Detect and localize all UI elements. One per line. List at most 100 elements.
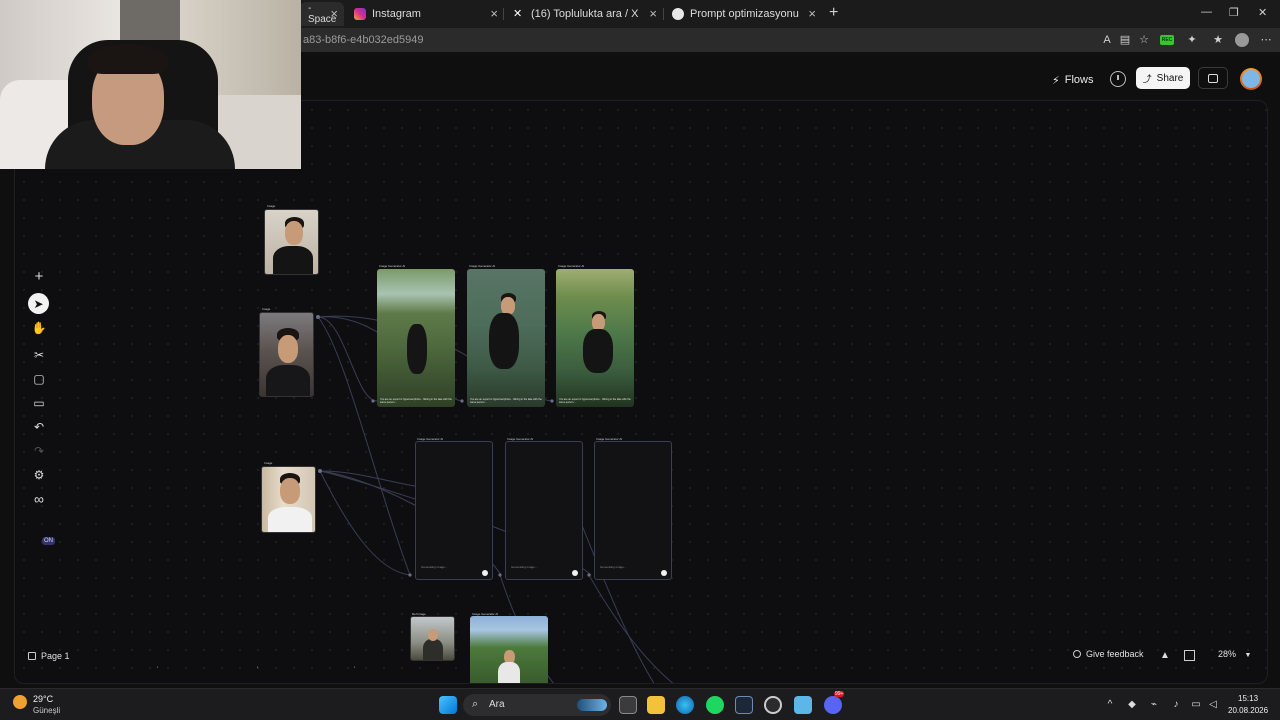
feedback-button[interactable]: Give feedback — [1073, 649, 1144, 659]
tab-instagram[interactable]: Instagram × — [346, 2, 504, 26]
ref-image-node[interactable] — [410, 616, 455, 661]
run-button[interactable] — [572, 570, 578, 576]
steam-icon[interactable] — [735, 696, 753, 714]
task-view-icon[interactable] — [619, 696, 637, 714]
hand-icon[interactable]: ✋ — [27, 318, 51, 338]
close-window-icon[interactable]: ✕ — [1258, 6, 1267, 19]
url-text[interactable]: a83-b8f6-e4b032ed5949 — [303, 34, 424, 46]
profile-icon[interactable] — [1235, 33, 1249, 47]
pages-icon — [28, 652, 36, 660]
generated-image-node[interactable]: You are an expert in hyperreal photo... … — [467, 269, 545, 407]
tab-x[interactable]: ✕ (16) Toplulukta ara / X × — [505, 2, 663, 26]
openai-icon — [672, 8, 684, 20]
node-label: ▪ — [257, 665, 259, 669]
close-tab-icon[interactable]: × — [330, 7, 338, 21]
file-explorer-icon[interactable] — [647, 696, 665, 714]
edge-port — [318, 469, 322, 473]
node-connections — [316, 315, 674, 683]
windows-start-icon[interactable] — [439, 696, 457, 714]
taskbar-search[interactable]: ⌕ Ara — [463, 694, 611, 716]
generated-image-node[interactable]: You are an expert in hyperreal photo... … — [556, 269, 634, 407]
new-tab-icon[interactable]: + — [829, 5, 838, 21]
clock-date[interactable]: 20.08.2026 — [1228, 706, 1268, 715]
learn-icon[interactable]: ▲ — [1160, 650, 1171, 661]
undo-icon[interactable]: ↶ — [27, 417, 51, 437]
sun-icon[interactable] — [13, 695, 27, 709]
flows-label: Flows — [1064, 74, 1094, 86]
node-label: Image — [267, 204, 276, 208]
run-button[interactable] — [661, 570, 667, 576]
comment-icon[interactable]: ▭ — [27, 393, 51, 413]
pending-generator-node[interactable]: Generating image... — [594, 441, 672, 580]
close-tab-icon[interactable]: × — [490, 7, 498, 21]
clock-time[interactable]: 15:13 — [1238, 694, 1258, 703]
tab-space[interactable]: - Space × — [300, 2, 344, 26]
edge-port — [498, 573, 502, 577]
more-menu-icon[interactable]: ⋯ — [1259, 33, 1273, 47]
microphone-icon[interactable]: ♪ — [1170, 699, 1182, 711]
chevron-down-icon: ▼ — [1244, 652, 1252, 659]
spotify-icon[interactable] — [706, 696, 724, 714]
chevron-up-icon[interactable]: ^ — [1104, 699, 1116, 711]
bolt-icon: ⚡ — [1052, 74, 1060, 87]
steam-tray-icon[interactable]: ◆ — [1126, 699, 1138, 711]
pending-generator-node[interactable]: Generating image... — [415, 441, 493, 580]
share-button[interactable]: ⤴ Share — [1136, 67, 1190, 89]
weather-temperature[interactable]: 29°C — [33, 694, 53, 704]
export-icon — [1208, 73, 1218, 83]
plus-icon[interactable]: + — [27, 266, 51, 286]
node-label: Image Generator AI — [379, 264, 406, 268]
rec-extension-icon[interactable]: REC — [1160, 35, 1174, 45]
share-label: Share — [1156, 72, 1184, 84]
restore-icon[interactable]: ❐ — [1229, 6, 1239, 19]
image-node[interactable] — [264, 209, 319, 275]
volume-icon[interactable]: ◁ — [1207, 699, 1219, 711]
minimize-icon[interactable]: — — [1201, 6, 1212, 18]
image-node[interactable] — [261, 466, 316, 533]
run-button[interactable] — [482, 570, 488, 576]
history-icon[interactable] — [1110, 71, 1126, 87]
person-hair — [88, 44, 168, 74]
redo-icon[interactable]: ↷ — [27, 441, 51, 461]
flows-button[interactable]: ⚡ Flows — [1052, 70, 1093, 90]
minimap-icon[interactable] — [1184, 650, 1195, 661]
edge-port — [371, 399, 375, 403]
generated-image-node[interactable] — [470, 616, 548, 683]
frame-icon[interactable]: ▢ — [27, 369, 51, 389]
obs-icon[interactable] — [764, 696, 782, 714]
edge-port — [460, 399, 464, 403]
generated-image-node[interactable]: You are an expert in hyperreal photo... … — [377, 269, 455, 407]
feedback-label: Give feedback — [1086, 649, 1144, 659]
notification-badge: 99+ — [834, 691, 845, 697]
notepad-icon[interactable] — [794, 696, 812, 714]
discord-icon[interactable]: 99+ — [824, 691, 845, 714]
favorites-bar-icon[interactable]: ★ — [1211, 33, 1225, 47]
tab-prompt[interactable]: Prompt optimizasyonu × — [664, 2, 822, 26]
infinity-icon[interactable]: ∞ — [27, 489, 51, 509]
export-button[interactable] — [1198, 67, 1228, 89]
display-icon[interactable]: ▭ — [1190, 699, 1202, 711]
network-icon[interactable]: ⌁ — [1148, 699, 1160, 711]
weather-condition[interactable]: Güneşli — [33, 706, 60, 715]
translate-icon[interactable]: A — [1100, 33, 1114, 47]
zoom-control[interactable]: 28% ▼ — [1218, 649, 1251, 659]
reader-icon[interactable]: ▤ — [1118, 33, 1132, 47]
settings-icon[interactable]: ⚙ — [27, 465, 51, 485]
user-avatar[interactable] — [1240, 68, 1262, 90]
image-node[interactable] — [259, 312, 314, 397]
edge-port — [550, 399, 554, 403]
edge-port — [587, 573, 591, 577]
tab-title: (16) Toplulukta ara / X — [531, 8, 639, 20]
edge-browser-icon[interactable] — [676, 696, 694, 714]
close-tab-icon[interactable]: × — [649, 7, 657, 21]
page-selector[interactable]: Page 1 — [28, 648, 70, 664]
pointer-icon[interactable]: ➤ — [28, 293, 49, 314]
favorite-icon[interactable]: ☆ — [1137, 33, 1151, 47]
node-label: Image Generator AI — [469, 264, 496, 268]
scissors-icon[interactable]: ✂ — [27, 345, 51, 365]
extensions-icon[interactable]: ✦ — [1185, 33, 1199, 47]
flow-canvas[interactable]: Image Image Image Image Generator AI You… — [14, 100, 1268, 684]
pending-generator-node[interactable]: Generating image... — [505, 441, 583, 580]
close-tab-icon[interactable]: × — [808, 7, 816, 21]
edge-port — [408, 573, 412, 577]
